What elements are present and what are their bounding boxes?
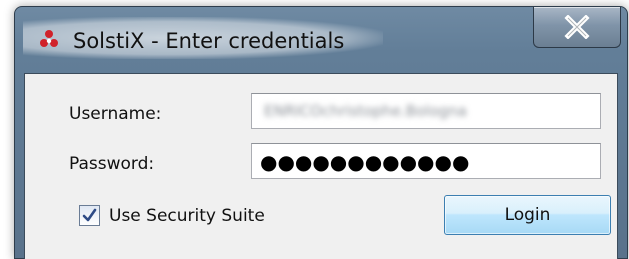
username-label: Username: (69, 104, 162, 124)
checkmark-icon (82, 208, 97, 222)
security-suite-checkbox[interactable] (79, 205, 100, 226)
password-label: Password: (69, 154, 155, 174)
window-title: SolstiX - Enter credentials (73, 29, 345, 53)
close-icon (564, 15, 590, 39)
close-button[interactable] (533, 7, 621, 48)
solstix-logo-icon (39, 29, 59, 51)
dialog-body: Username: ENRICOchristophe.Bologna Passw… (24, 73, 618, 259)
username-value: ENRICOchristophe.Bologna (264, 102, 467, 120)
login-button[interactable]: Login (444, 195, 611, 235)
title-bar[interactable]: SolstiX - Enter credentials (15, 7, 627, 69)
password-value: ●●●●●●●●●●●● (260, 150, 470, 174)
credentials-dialog: SolstiX - Enter credentials Username: EN… (14, 6, 628, 259)
security-suite-label[interactable]: Use Security Suite (109, 206, 265, 226)
username-field[interactable]: ENRICOchristophe.Bologna (251, 93, 601, 129)
password-field[interactable]: ●●●●●●●●●●●● (251, 143, 601, 179)
